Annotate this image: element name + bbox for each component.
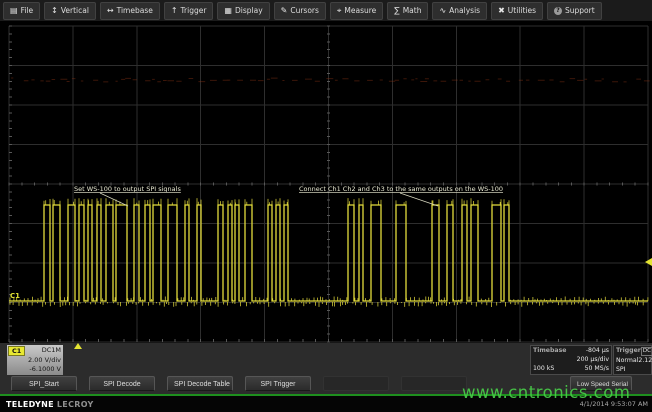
channel-scale: 2.00 V/div [8,356,61,365]
button-spi-decode-table[interactable]: SPI Decode Table [167,376,233,391]
annotation-1: Set WS-100 to output SPI signals [74,185,181,193]
timebase-rate: 50 MS/s [585,364,609,373]
timebase-descriptor[interactable]: Timebase -804 µs 200 µs/div 100 kS 50 MS… [530,345,612,375]
trigger-label: Trigger [616,346,641,356]
menu-item-label: Math [403,6,422,15]
menu-item-label: Vertical [61,6,89,15]
button-spi-start[interactable]: SPI_Start [11,376,77,391]
file-icon: ▤ [10,7,18,15]
timebase-icon: ↔ [107,7,114,15]
analysis-icon: ∿ [439,7,446,15]
timebase-delay: -804 µs [586,346,609,355]
vertical-icon: ↕ [51,7,58,15]
annotation-leader-1 [100,193,128,206]
menu-item-file[interactable]: ▤File [3,2,40,20]
menu-item-utilities[interactable]: ✖Utilities [491,2,543,20]
menu-item-label: Trigger [181,6,207,15]
scope-plot-svg: Set WS-100 to output SPI signals Connect … [0,22,652,343]
menu-item-support[interactable]: ?Support [547,2,602,20]
menu-bar: ▤File↕Vertical↔Timebase↑Trigger▦Display✎… [0,0,652,22]
waveform-display[interactable]: Set WS-100 to output SPI signals Connect … [0,22,652,343]
brand-logo: TELEDYNELECROY [6,400,94,409]
trigger-mode: Normal [616,356,638,365]
menu-item-label: Analysis [449,6,480,15]
timebase-label: Timebase [533,346,566,355]
timebase-scale: 200 µs/div [577,355,609,364]
menu-item-display[interactable]: ▦Display [217,2,269,20]
menu-item-label: Display [235,6,263,15]
trigger-level: 2.12 V [638,356,652,365]
menu-item-label: Support [565,6,595,15]
channel-offset: -6.1000 V [8,365,61,374]
button-spi-decode[interactable]: SPI Decode [89,376,155,391]
measure-icon: ⌖ [337,7,342,15]
oscilloscope-screen: ▤File↕Vertical↔Timebase↑Trigger▦Display✎… [0,0,652,412]
brand-primary: TELEDYNE [6,400,54,409]
menu-item-label: File [21,6,34,15]
menu-item-trigger[interactable]: ↑Trigger [164,2,214,20]
channel-badge: C1 [8,346,25,356]
channel-descriptor-c1[interactable]: C1 DC1M 2.00 V/div -6.1000 V [7,345,63,375]
menu-item-label: Timebase [117,6,153,15]
timebase-samples: 100 kS [533,364,554,373]
menu-item-timebase[interactable]: ↔Timebase [100,2,160,20]
menu-item-vertical[interactable]: ↕Vertical [44,2,96,20]
button-spi-trigger[interactable]: SPI Trigger [245,376,311,391]
channel-coupling: DC1M [42,346,61,355]
button-slot-empty [401,376,467,391]
menu-item-cursors[interactable]: ✎Cursors [274,2,326,20]
channel-zero-marker[interactable]: C1 [10,292,20,300]
dialog-button-row: SPI_Start SPI Decode SPI Decode Table SPI T… [11,376,467,391]
menu-item-math[interactable]: ∑ Math [387,2,428,20]
button-slot-empty [323,376,389,391]
menu-item-label: Measure [344,6,376,15]
watermark: www.cntronics.com [462,383,630,402]
menu-item-label: Utilities [508,6,536,15]
brand-secondary: LECROY [57,400,94,409]
menu-item-analysis[interactable]: ∿Analysis [432,2,487,20]
trigger-position-marker[interactable] [74,343,82,349]
annotation-2: Connect Ch1 Ch2 and Ch3 to the same outp… [299,185,503,193]
utilities-icon: ✖ [498,7,505,15]
trigger-descriptor[interactable]: Trigger DC Normal 2.12 V SPI [613,345,652,375]
trigger-source: SPI [616,365,625,374]
trigger-icon: ↑ [171,7,178,15]
trigger-coupling-badge: DC [641,347,652,356]
menu-item-measure[interactable]: ⌖Measure [330,2,383,20]
cursors-icon: ✎ [281,7,288,15]
math-icon: ∑ [394,7,399,15]
support-icon: ? [554,7,562,15]
display-icon: ▦ [224,7,232,15]
menu-item-label: Cursors [290,6,319,15]
faint-persistence-trace [11,78,650,82]
